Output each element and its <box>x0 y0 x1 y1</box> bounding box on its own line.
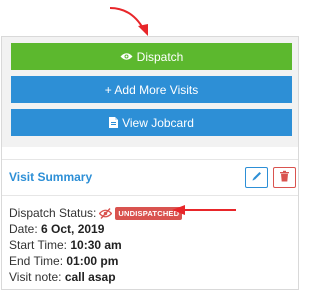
dispatch-label: Dispatch <box>136 49 184 64</box>
start-time-value: 10:30 am <box>70 238 122 252</box>
add-more-visits-button[interactable]: + Add More Visits <box>11 76 292 103</box>
end-time-label: End Time: <box>9 254 64 268</box>
date-value: 6 Oct, 2019 <box>41 222 105 236</box>
pencil-icon <box>251 170 263 185</box>
end-time-value: 01:00 pm <box>66 254 119 268</box>
end-time-row: End Time: 01:00 pm <box>9 254 118 268</box>
add-more-visits-label: + Add More Visits <box>104 82 199 97</box>
dispatch-status-row: Dispatch Status: UNDISPATCHED <box>9 206 183 220</box>
date-row: Date: 6 Oct, 2019 <box>9 222 104 236</box>
edit-button[interactable] <box>245 167 268 188</box>
visit-note-label: Visit note: <box>9 270 62 284</box>
trash-icon <box>279 170 290 185</box>
start-time-row: Start Time: 10:30 am <box>9 238 122 252</box>
eye-slash-icon <box>99 207 113 219</box>
document-icon <box>109 117 119 128</box>
view-jobcard-label: View Jobcard <box>122 115 194 130</box>
dispatch-button[interactable]: Dispatch <box>11 43 292 70</box>
visit-panel: Dispatch + Add More Visits View Jobcard … <box>1 36 299 290</box>
action-buttons-area: Dispatch + Add More Visits View Jobcard <box>2 37 298 147</box>
delete-button[interactable] <box>273 167 296 188</box>
visit-summary-title[interactable]: Visit Summary <box>9 170 92 184</box>
annotation-arrow-status <box>172 205 236 215</box>
start-time-label: Start Time: <box>9 238 68 252</box>
dispatch-status-label: Dispatch Status: <box>9 206 97 220</box>
visit-note-value: call asap <box>64 270 116 284</box>
divider <box>2 195 298 196</box>
eye-icon <box>120 52 133 61</box>
view-jobcard-button[interactable]: View Jobcard <box>11 109 292 136</box>
visit-note-row: Visit note: call asap <box>9 270 116 284</box>
date-label: Date: <box>9 222 38 236</box>
annotation-arrow-top <box>109 7 148 36</box>
divider <box>2 159 298 160</box>
